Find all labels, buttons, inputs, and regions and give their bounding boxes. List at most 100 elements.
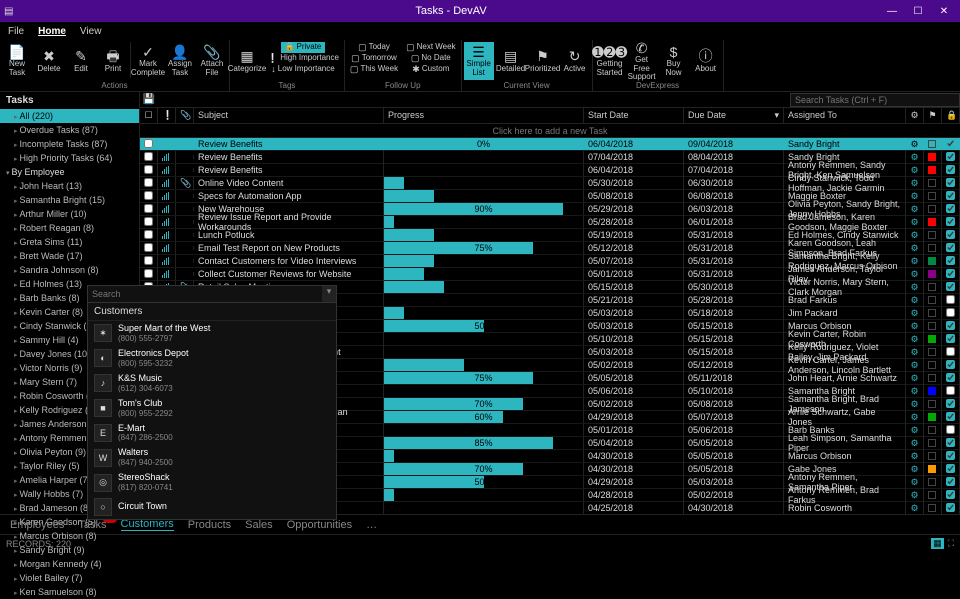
row-gear-icon[interactable]: ⚙	[910, 256, 918, 266]
row-lock-checkbox[interactable]	[946, 334, 955, 343]
getting-started-button[interactable]: ➊➋➌Getting Started	[595, 42, 625, 80]
row-gear-icon[interactable]: ⚙	[910, 308, 918, 318]
row-lock-checkbox[interactable]	[946, 295, 955, 304]
nav-item[interactable]: Greta Sims (11)	[0, 235, 139, 249]
popup-search-input[interactable]	[88, 286, 322, 302]
delete-button[interactable]: ✖Delete	[34, 42, 64, 80]
new-task-button[interactable]: 📄New Task	[2, 42, 32, 80]
col-subject-header[interactable]: Subject	[194, 108, 384, 123]
view-prioritized[interactable]: ⚑Prioritized	[528, 42, 558, 80]
nav-item[interactable]: Violet Bailey (7)	[0, 571, 139, 585]
row-flag[interactable]	[924, 333, 942, 345]
row-lock-checkbox[interactable]	[946, 152, 955, 161]
nav-item[interactable]: Samantha Bright (15)	[0, 193, 139, 207]
row-gear-icon[interactable]: ⚙	[910, 386, 918, 396]
row-gear-icon[interactable]: ⚙	[910, 204, 918, 214]
row-gear-icon[interactable]: ⚙	[910, 347, 918, 357]
view-simple-list[interactable]: ☰Simple List	[464, 42, 494, 80]
col-icon-header[interactable]: 📎	[176, 108, 194, 123]
complete-checkbox[interactable]	[144, 191, 153, 200]
nav-item[interactable]: All (220)	[0, 109, 139, 123]
row-lock-checkbox[interactable]	[946, 165, 955, 174]
row-gear-icon[interactable]: ⚙	[910, 282, 918, 292]
low-importance-tag[interactable]: ↓Low Importance	[264, 64, 342, 75]
view-active[interactable]: ↻Active	[560, 42, 590, 80]
row-flag[interactable]	[924, 242, 942, 254]
row-lock-checkbox[interactable]	[946, 386, 955, 395]
row-lock-checkbox[interactable]	[946, 282, 955, 291]
row-flag[interactable]	[924, 216, 942, 228]
col-flag-header[interactable]: ⚑	[924, 108, 942, 123]
nav-products[interactable]: Products	[188, 519, 231, 531]
col-lock-header[interactable]: 🔒	[942, 108, 960, 123]
nav-employees[interactable]: Employees	[10, 519, 64, 531]
row-flag[interactable]	[924, 463, 942, 475]
row-gear-icon[interactable]: ⚙	[910, 451, 918, 461]
row-flag[interactable]	[924, 359, 942, 371]
nav-item[interactable]: Incomplete Tasks (87)	[0, 137, 139, 151]
col-priority-header[interactable]: ❕	[158, 108, 176, 123]
row-flag[interactable]	[924, 502, 942, 514]
popup-dropdown-icon[interactable]: ▾	[322, 286, 336, 302]
col-due-header[interactable]: Due Date ▾	[684, 108, 784, 123]
row-flag[interactable]	[924, 307, 942, 319]
row-flag[interactable]	[924, 190, 942, 202]
complete-checkbox[interactable]	[144, 217, 153, 226]
complete-checkbox[interactable]	[144, 243, 153, 252]
row-flag[interactable]	[924, 450, 942, 462]
row-flag[interactable]	[924, 294, 942, 306]
menu-view[interactable]: View	[80, 26, 102, 37]
row-flag[interactable]	[924, 398, 942, 410]
view-expand-icon[interactable]: ⛶	[948, 538, 954, 549]
row-flag[interactable]	[924, 229, 942, 241]
customer-item[interactable]: ◐ Electronics Depot (800) 595-3232	[88, 346, 336, 371]
row-gear-icon[interactable]: ⚙	[910, 139, 918, 149]
edit-button[interactable]: ✎Edit	[66, 42, 96, 80]
row-lock-checkbox[interactable]	[946, 490, 955, 499]
col-start-header[interactable]: Start Date	[584, 108, 684, 123]
row-lock-checkbox[interactable]	[946, 438, 955, 447]
row-lock-checkbox[interactable]	[946, 503, 955, 512]
row-lock-checkbox[interactable]	[946, 178, 955, 187]
private-tag[interactable]: 🔒Private	[264, 42, 342, 53]
nav-item[interactable]: Marcus Orbison (8)	[0, 529, 139, 543]
menu-home[interactable]: Home	[38, 26, 66, 37]
row-gear-icon[interactable]: ⚙	[910, 152, 918, 162]
followup-thisweek[interactable]: ▢This Week	[347, 64, 401, 75]
nav-sales[interactable]: Sales	[245, 519, 273, 531]
customer-item[interactable]: E E-Mart (847) 286-2500	[88, 421, 336, 446]
row-flag[interactable]	[924, 476, 942, 488]
customer-item[interactable]: ♪ K&S Music (612) 304-6073	[88, 371, 336, 396]
view-detailed[interactable]: ▤Detailed	[496, 42, 526, 80]
row-gear-icon[interactable]: ⚙	[910, 295, 918, 305]
nav-item[interactable]: Sandy Bright (9)	[0, 543, 139, 557]
complete-checkbox[interactable]	[144, 165, 153, 174]
row-lock-checkbox[interactable]	[946, 477, 955, 486]
high-importance-tag[interactable]: ❕High Importance	[264, 53, 342, 64]
nav-item[interactable]: High Priority Tasks (64)	[0, 151, 139, 165]
row-gear-icon[interactable]: ⚙	[910, 490, 918, 500]
row-gear-icon[interactable]: ⚙	[910, 373, 918, 383]
row-lock-checkbox[interactable]	[946, 308, 955, 317]
save-layout-icon[interactable]: 💾	[140, 94, 158, 105]
nav-item[interactable]: Morgan Kennedy (4)	[0, 557, 139, 571]
row-gear-icon[interactable]: ⚙	[910, 399, 918, 409]
row-lock-checkbox[interactable]	[946, 451, 955, 460]
row-lock-checkbox[interactable]	[946, 256, 955, 265]
row-flag[interactable]	[924, 346, 942, 358]
complete-checkbox[interactable]	[144, 152, 153, 161]
row-flag[interactable]	[924, 255, 942, 267]
row-flag[interactable]	[924, 424, 942, 436]
row-gear-icon[interactable]: ⚙	[910, 477, 918, 487]
assign-task-button[interactable]: 👤Assign Task	[165, 42, 195, 80]
complete-checkbox[interactable]	[144, 230, 153, 239]
followup-custom[interactable]: ✱Custom	[403, 64, 459, 75]
row-flag[interactable]	[924, 138, 942, 150]
row-lock-checkbox[interactable]	[946, 191, 955, 200]
row-lock-checkbox[interactable]	[946, 269, 955, 278]
row-gear-icon[interactable]: ⚙	[910, 321, 918, 331]
nav-item[interactable]: Sandra Johnson (8)	[0, 263, 139, 277]
row-flag[interactable]	[924, 320, 942, 332]
buy-now-button[interactable]: $Buy Now	[659, 42, 689, 80]
row-gear-icon[interactable]: ⚙	[910, 230, 918, 240]
